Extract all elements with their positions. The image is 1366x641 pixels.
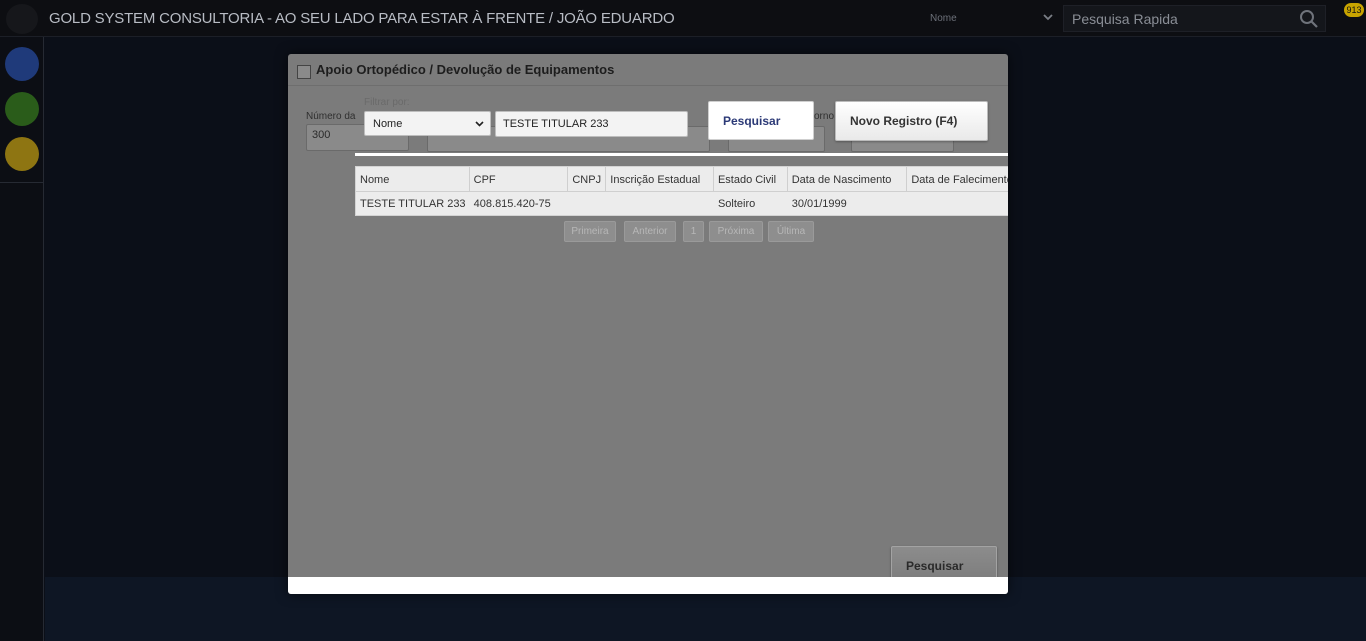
search-text-value: TESTE TITULAR 233	[503, 118, 609, 130]
search-modal: Apoio Ortopédico / Devolução de Equipame…	[288, 54, 1008, 594]
modal-title: Apoio Ortopédico / Devolução de Equipame…	[316, 62, 615, 77]
sidebar-yellow-button[interactable]	[5, 137, 39, 171]
app-logo[interactable]	[6, 4, 38, 34]
novo-registro-button[interactable]: Novo Registro (F4)	[835, 101, 988, 141]
pager-page-1-button[interactable]: 1	[683, 221, 704, 242]
quick-search-filter-value: Nome	[930, 13, 957, 24]
column-header[interactable]: Data de Nascimento	[788, 167, 908, 191]
app-title: GOLD SYSTEM CONSULTORIA - AO SEU LADO PA…	[49, 10, 675, 27]
modal-header: Apoio Ortopédico / Devolução de Equipame…	[288, 54, 1008, 86]
table-row[interactable]: TESTE TITULAR 233 408.815.420-75 Solteir…	[356, 192, 1008, 216]
pager-first-button[interactable]: Primeira	[564, 221, 616, 242]
quick-search-placeholder: Pesquisa Rapida	[1072, 11, 1178, 27]
modal-footer	[288, 577, 1008, 594]
search-text-input[interactable]: TESTE TITULAR 233	[495, 111, 688, 137]
table-cell: 408.815.420-75	[473, 198, 551, 210]
table-cell	[907, 192, 1008, 216]
table-cell: Solteiro	[717, 198, 756, 210]
sidebar-divider	[0, 182, 44, 183]
numero-value: 300	[312, 129, 331, 141]
pager-prev-button[interactable]: Anterior	[624, 221, 676, 242]
broken-image-icon	[297, 65, 311, 79]
pager-next-button[interactable]: Próxima	[709, 221, 763, 242]
column-header[interactable]: Data de Falecimento	[907, 167, 1008, 191]
numero-label: Número da	[306, 111, 356, 122]
pesquisar-button[interactable]: Pesquisar	[708, 101, 814, 140]
column-header[interactable]: CPF	[470, 167, 569, 191]
table-cell	[606, 192, 714, 216]
search-icon[interactable]	[1299, 9, 1319, 29]
results-divider	[355, 153, 1008, 156]
quick-search-filter-select[interactable]: Nome	[925, 7, 1057, 29]
column-header[interactable]: CNPJ	[568, 167, 607, 191]
retorno-label: orno	[814, 111, 835, 122]
notification-badge[interactable]: 913	[1344, 3, 1364, 17]
table-cell: TESTE TITULAR 233	[360, 198, 466, 210]
quick-search-input[interactable]: Pesquisa Rapida	[1063, 5, 1326, 32]
filter-selected-value: Nome	[373, 118, 403, 130]
column-header[interactable]: Estado Civil	[714, 167, 788, 191]
top-bar: GOLD SYSTEM CONSULTORIA - AO SEU LADO PA…	[0, 0, 1366, 37]
table-cell: 30/01/1999	[791, 198, 847, 210]
chevron-down-icon	[1043, 14, 1053, 21]
left-sidebar	[0, 37, 44, 641]
filter-select[interactable]: Nome	[364, 111, 491, 136]
sidebar-green-button[interactable]	[5, 92, 39, 126]
chevron-down-icon	[475, 121, 484, 127]
sidebar-blue-button[interactable]	[5, 47, 39, 81]
pager-last-button[interactable]: Última	[768, 221, 814, 242]
filter-label: Filtrar por:	[364, 97, 410, 108]
table-header: Nome CPF CNPJ Inscrição Estadual Estado …	[356, 167, 1008, 192]
column-header[interactable]: Nome	[356, 167, 470, 191]
results-table: Nome CPF CNPJ Inscrição Estadual Estado …	[355, 166, 1008, 216]
table-cell	[568, 192, 606, 216]
column-header[interactable]: Inscrição Estadual	[606, 167, 714, 191]
